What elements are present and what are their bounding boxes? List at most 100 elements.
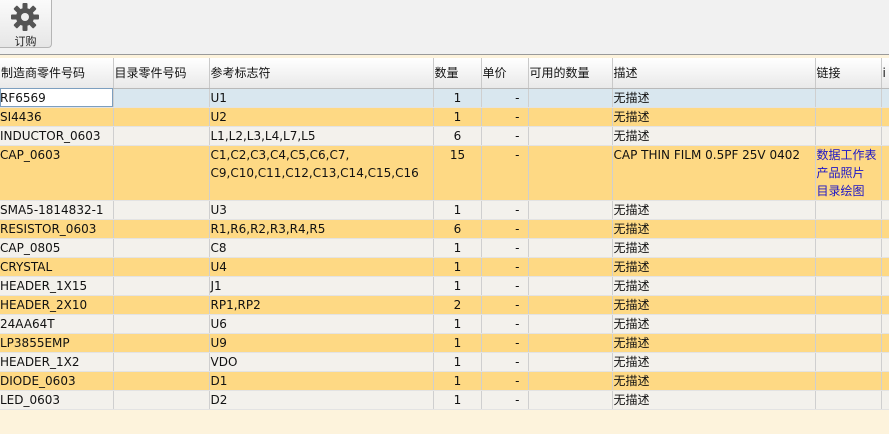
cell-extra[interactable]	[881, 314, 889, 334]
cell-available-qty[interactable]	[528, 333, 613, 353]
cell-mfr-part[interactable]: 24AA64T	[0, 314, 114, 334]
table-row[interactable]: HEADER_2X10 RP1,RP2 2- 无描述	[0, 295, 889, 315]
cell-unit-price[interactable]: -	[481, 88, 529, 108]
cell-reference[interactable]: U3	[209, 200, 434, 220]
link-2[interactable]: 目录绘图	[817, 182, 881, 200]
cell-quantity[interactable]: 1	[433, 371, 482, 391]
cell-quantity[interactable]: 2	[433, 295, 482, 315]
cell-description[interactable]: 无描述	[612, 200, 816, 220]
cell-quantity[interactable]: 1	[433, 88, 482, 108]
cell-quantity[interactable]: 1	[433, 276, 482, 296]
cell-catalog-part[interactable]	[113, 333, 210, 353]
cell-description[interactable]: 无描述	[612, 352, 816, 372]
cell-available-qty[interactable]	[528, 371, 613, 391]
cell-unit-price[interactable]: -	[481, 390, 529, 410]
cell-extra[interactable]	[881, 390, 889, 410]
cell-unit-price[interactable]: -	[481, 126, 529, 146]
cell-quantity[interactable]: 1	[433, 238, 482, 258]
cell-unit-price[interactable]: -	[481, 200, 529, 220]
cell-catalog-part[interactable]	[113, 314, 210, 334]
cell-reference[interactable]: R1,R6,R2,R3,R4,R5	[209, 219, 434, 239]
cell-available-qty[interactable]	[528, 200, 613, 220]
cell-quantity[interactable]: 1	[433, 107, 482, 127]
cell-links[interactable]	[815, 219, 882, 239]
cell-extra[interactable]	[881, 238, 889, 258]
cell-description[interactable]: 无描述	[612, 390, 816, 410]
cell-available-qty[interactable]	[528, 390, 613, 410]
table-row[interactable]: INDUCTOR_0603 L1,L2,L3,L4,L7,L5 6- 无描述	[0, 126, 889, 146]
cell-reference[interactable]: L1,L2,L3,L4,L7,L5	[209, 126, 434, 146]
cell-description[interactable]: 无描述	[612, 126, 816, 146]
table-row[interactable]: CAP_0603 C1,C2,C3,C4,C5,C6,C7, C9,C10,C11,…	[0, 145, 889, 201]
cell-mfr-part[interactable]: HEADER_2X10	[0, 295, 114, 315]
cell-mfr-part[interactable]: CAP_0603	[0, 145, 114, 201]
cell-reference[interactable]: C1,C2,C3,C4,C5,C6,C7, C9,C10,C11,C12,C13,…	[209, 145, 434, 201]
cell-links[interactable]	[815, 390, 882, 410]
cell-extra[interactable]	[881, 257, 889, 277]
cell-unit-price[interactable]: -	[481, 371, 529, 391]
cell-catalog-part[interactable]	[113, 200, 210, 220]
cell-reference[interactable]: U2	[209, 107, 434, 127]
table-row[interactable]: CRYSTAL U4 1- 无描述	[0, 257, 889, 277]
cell-available-qty[interactable]	[528, 238, 613, 258]
cell-unit-price[interactable]: -	[481, 257, 529, 277]
cell-reference[interactable]: U1	[209, 88, 434, 108]
cell-available-qty[interactable]	[528, 257, 613, 277]
cell-description[interactable]: 无描述	[612, 371, 816, 391]
col-header-extra[interactable]: i	[881, 58, 889, 89]
cell-mfr-part[interactable]: LED_0603	[0, 390, 114, 410]
cell-extra[interactable]	[881, 88, 889, 108]
cell-extra[interactable]	[881, 107, 889, 127]
cell-unit-price[interactable]: -	[481, 219, 529, 239]
cell-extra[interactable]	[881, 333, 889, 353]
table-row[interactable]: 24AA64T U6 1- 无描述	[0, 314, 889, 334]
cell-links[interactable]	[815, 352, 882, 372]
cell-mfr-part[interactable]: RESISTOR_0603	[0, 219, 114, 239]
cell-available-qty[interactable]	[528, 276, 613, 296]
cell-reference[interactable]: C8	[209, 238, 434, 258]
cell-quantity[interactable]: 1	[433, 333, 482, 353]
cell-mfr-part[interactable]: INDUCTOR_0603	[0, 126, 114, 146]
cell-unit-price[interactable]: -	[481, 145, 529, 201]
cell-mfr-part[interactable]: HEADER_1X15	[0, 276, 114, 296]
cell-quantity[interactable]: 6	[433, 219, 482, 239]
cell-catalog-part[interactable]	[113, 107, 210, 127]
col-header-links[interactable]: 链接	[815, 58, 882, 89]
link-1[interactable]: 产品照片	[817, 164, 881, 182]
cell-extra[interactable]	[881, 352, 889, 372]
col-header-available-qty[interactable]: 可用的数量	[528, 58, 613, 89]
cell-reference[interactable]: J1	[209, 276, 434, 296]
cell-extra[interactable]	[881, 126, 889, 146]
cell-catalog-part[interactable]	[113, 238, 210, 258]
cell-catalog-part[interactable]	[113, 371, 210, 391]
cell-quantity[interactable]: 1	[433, 314, 482, 334]
table-row[interactable]: SMA5-1814832-1 U3 1- 无描述	[0, 200, 889, 220]
cell-links[interactable]	[815, 295, 882, 315]
cell-catalog-part[interactable]	[113, 295, 210, 315]
cell-unit-price[interactable]: -	[481, 295, 529, 315]
cell-available-qty[interactable]	[528, 295, 613, 315]
cell-available-qty[interactable]	[528, 107, 613, 127]
cell-description[interactable]: 无描述	[612, 88, 816, 108]
cell-description[interactable]: 无描述	[612, 238, 816, 258]
cell-links[interactable]	[815, 257, 882, 277]
col-header-unit-price[interactable]: 单价	[481, 58, 529, 89]
cell-available-qty[interactable]	[528, 145, 613, 201]
cell-description[interactable]: 无描述	[612, 257, 816, 277]
col-header-reference[interactable]: 参考标志符	[209, 58, 434, 89]
cell-reference[interactable]: RP1,RP2	[209, 295, 434, 315]
cell-unit-price[interactable]: -	[481, 333, 529, 353]
cell-unit-price[interactable]: -	[481, 276, 529, 296]
cell-available-qty[interactable]	[528, 88, 613, 108]
table-row[interactable]: RF6569 U1 1- 无描述	[0, 88, 889, 108]
cell-available-qty[interactable]	[528, 314, 613, 334]
cell-mfr-part[interactable]: CAP_0805	[0, 238, 114, 258]
cell-available-qty[interactable]	[528, 219, 613, 239]
cell-links[interactable]	[815, 107, 882, 127]
cell-reference[interactable]: U9	[209, 333, 434, 353]
cell-unit-price[interactable]: -	[481, 238, 529, 258]
col-header-mfr-part[interactable]: 制造商零件号码	[0, 58, 114, 89]
cell-quantity[interactable]: 1	[433, 200, 482, 220]
cell-reference[interactable]: D2	[209, 390, 434, 410]
cell-catalog-part[interactable]	[113, 352, 210, 372]
